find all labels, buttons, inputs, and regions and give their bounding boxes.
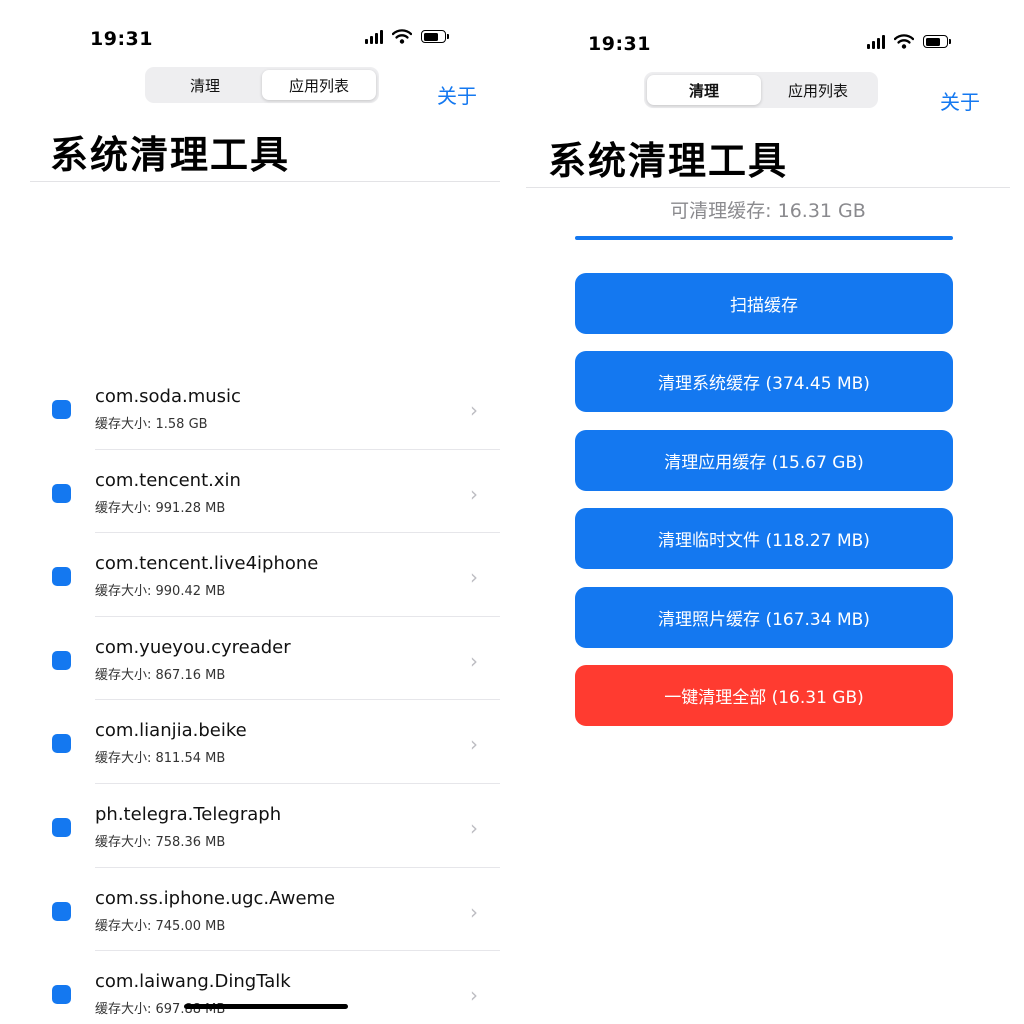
app-icon bbox=[52, 400, 71, 419]
app-name: com.tencent.xin bbox=[95, 469, 241, 491]
clean-app-cache-button[interactable]: 清理应用缓存 (15.67 GB) bbox=[575, 430, 953, 491]
segmented-control: 清理 应用列表 bbox=[644, 72, 878, 108]
list-item[interactable]: com.tencent.xin 缓存大小: 991.28 MB › bbox=[30, 450, 500, 534]
clean-all-button[interactable]: 一键清理全部 (16.31 GB) bbox=[575, 665, 953, 726]
app-icon bbox=[52, 650, 71, 670]
page-title: 系统清理工具 bbox=[50, 133, 291, 177]
tab-app-list[interactable]: 应用列表 bbox=[761, 75, 875, 105]
app-cache-size: 缓存大小: 745.00 MB bbox=[95, 918, 226, 934]
status-time: 19:31 bbox=[90, 28, 153, 50]
status-icons bbox=[867, 34, 951, 49]
list-item[interactable]: com.ss.iphone.ugc.Aweme 缓存大小: 745.00 MB … bbox=[30, 868, 500, 952]
progress-fill bbox=[575, 236, 953, 240]
app-name: com.soda.music bbox=[95, 386, 241, 407]
chevron-right-icon: › bbox=[470, 815, 478, 840]
app-icon bbox=[52, 901, 71, 921]
list-item[interactable]: com.yueyou.cyreader 缓存大小: 867.16 MB › bbox=[30, 617, 500, 701]
app-cache-size: 缓存大小: 758.36 MB bbox=[95, 834, 226, 850]
app-cache-size: 缓存大小: 867.16 MB bbox=[95, 667, 226, 683]
list-item[interactable]: com.laiwang.DingTalk 缓存大小: 697.88 MB › bbox=[30, 951, 500, 1024]
app-icon bbox=[52, 483, 71, 503]
app-list: com.soda.music 缓存大小: 1.58 GB › com.tence… bbox=[30, 366, 500, 1024]
chevron-right-icon: › bbox=[470, 565, 478, 590]
tab-clean[interactable]: 清理 bbox=[647, 75, 761, 105]
app-name: com.ss.iphone.ugc.Aweme bbox=[95, 887, 336, 909]
page-title: 系统清理工具 bbox=[548, 139, 789, 183]
cleanable-cache-label: 可清理缓存: 16.31 GB bbox=[670, 200, 866, 222]
chevron-right-icon: › bbox=[470, 983, 478, 1008]
about-link[interactable]: 关于 bbox=[940, 86, 980, 115]
cache-progress-bar bbox=[575, 236, 953, 240]
app-icon bbox=[52, 985, 71, 1005]
list-item[interactable]: ph.telegra.Telegraph 缓存大小: 758.36 MB › bbox=[30, 784, 500, 868]
battery-icon bbox=[421, 30, 449, 43]
chevron-right-icon: › bbox=[470, 732, 478, 757]
app-cache-size: 缓存大小: 811.54 MB bbox=[95, 751, 226, 767]
wifi-icon bbox=[392, 29, 412, 44]
app-cache-size: 缓存大小: 990.42 MB bbox=[95, 584, 226, 600]
app-name: com.lianjia.beike bbox=[95, 720, 247, 742]
clean-photo-cache-button[interactable]: 清理照片缓存 (167.34 MB) bbox=[575, 587, 953, 648]
app-list-screen: 19:31 清理 应用列表 关于 系统清理工具 com.soda.music 缓… bbox=[0, 0, 512, 1024]
app-name: com.laiwang.DingTalk bbox=[95, 971, 291, 993]
app-cache-size: 缓存大小: 991.28 MB bbox=[95, 500, 226, 516]
cellular-signal-icon bbox=[365, 29, 383, 44]
tab-clean[interactable]: 清理 bbox=[148, 70, 262, 100]
chevron-right-icon: › bbox=[470, 398, 478, 422]
chevron-right-icon: › bbox=[470, 648, 478, 673]
app-name: com.tencent.live4iphone bbox=[95, 553, 319, 575]
battery-icon bbox=[923, 35, 951, 48]
status-icons bbox=[365, 29, 449, 44]
chevron-right-icon: › bbox=[470, 481, 478, 506]
app-cache-size: 缓存大小: 1.58 GB bbox=[95, 417, 208, 432]
about-link[interactable]: 关于 bbox=[437, 80, 477, 109]
status-time: 19:31 bbox=[588, 33, 651, 55]
chevron-right-icon: › bbox=[470, 899, 478, 924]
list-item[interactable]: com.tencent.live4iphone 缓存大小: 990.42 MB … bbox=[30, 533, 500, 617]
list-item[interactable]: com.lianjia.beike 缓存大小: 811.54 MB › bbox=[30, 700, 500, 784]
scan-cache-button[interactable]: 扫描缓存 bbox=[575, 273, 953, 334]
clean-temp-files-button[interactable]: 清理临时文件 (118.27 MB) bbox=[575, 508, 953, 569]
cellular-signal-icon bbox=[867, 34, 885, 49]
tab-app-list[interactable]: 应用列表 bbox=[262, 70, 376, 100]
clean-system-cache-button[interactable]: 清理系统缓存 (374.45 MB) bbox=[575, 351, 953, 412]
app-icon bbox=[52, 734, 71, 754]
app-icon bbox=[52, 567, 71, 587]
header-divider bbox=[30, 181, 500, 182]
segmented-control: 清理 应用列表 bbox=[145, 67, 379, 103]
clean-screen: 19:31 清理 应用列表 关于 系统清理工具 可清理缓存: 16.31 GB … bbox=[512, 0, 1024, 1024]
app-icon bbox=[52, 817, 71, 837]
home-indicator bbox=[184, 1004, 348, 1009]
list-item[interactable]: com.soda.music 缓存大小: 1.58 GB › bbox=[30, 366, 500, 450]
app-name: com.yueyou.cyreader bbox=[95, 636, 291, 658]
app-name: ph.telegra.Telegraph bbox=[95, 803, 282, 825]
header-divider bbox=[526, 187, 1010, 188]
wifi-icon bbox=[894, 34, 914, 49]
